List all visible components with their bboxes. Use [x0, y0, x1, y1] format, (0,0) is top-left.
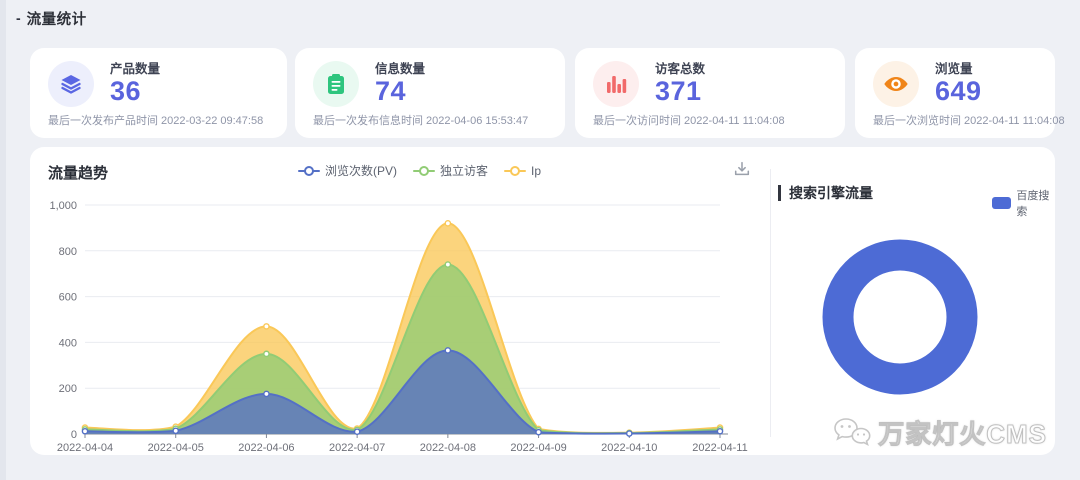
svg-text:200: 200 — [59, 383, 77, 395]
stat-value: 371 — [655, 77, 705, 106]
traffic-panel: 流量趋势 浏览次数(PV) 独立访客 Ip 0 200 400 600 800 1,000… — [30, 147, 1055, 455]
stat-label: 浏览量 — [935, 62, 982, 77]
left-edge-strip — [0, 0, 6, 480]
search-engine-title: 搜索引擎流量 — [778, 185, 873, 201]
stat-card-visitors: 访客总数 371 最后一次访问时间 2022-04-11 11:04:08 — [575, 48, 845, 138]
svg-text:2022-04-09: 2022-04-09 — [510, 442, 566, 454]
panel-divider — [770, 169, 771, 437]
svg-text:2022-04-05: 2022-04-05 — [148, 442, 204, 454]
stat-card-top: 信息数量 74 — [313, 61, 565, 107]
legend-label: Ip — [531, 164, 541, 178]
watermark: 万家灯火CMS — [832, 414, 1047, 451]
legend-marker-pv — [298, 166, 320, 176]
trend-chart-legend: 浏览次数(PV) 独立访客 Ip — [298, 162, 541, 179]
legend-swatch-baidu — [992, 197, 1011, 209]
legend-label-baidu: 百度搜索 — [1016, 187, 1055, 219]
stat-meta: 最后一次浏览时间 2022-04-11 11:04:08 — [873, 112, 1065, 128]
stat-card-top: 产品数量 36 — [48, 61, 287, 107]
legend-marker-ip — [504, 166, 526, 176]
svg-text:2022-04-11: 2022-04-11 — [692, 442, 747, 454]
legend-label: 独立访客 — [440, 162, 488, 179]
stat-card-articles: 信息数量 74 最后一次发布信息时间 2022-04-06 15:53:47 — [295, 48, 565, 138]
bar-chart-icon — [593, 61, 639, 107]
legend-item-pv[interactable]: 浏览次数(PV) — [298, 162, 397, 179]
svg-text:2022-04-08: 2022-04-08 — [420, 442, 476, 454]
svg-text:400: 400 — [59, 337, 77, 349]
legend-marker-uv — [413, 166, 435, 176]
stat-cards-row: 产品数量 36 最后一次发布产品时间 2022-03-22 09:47:58 信… — [30, 48, 1055, 138]
stat-card-top: 访客总数 371 — [593, 61, 845, 107]
stat-card-products: 产品数量 36 最后一次发布产品时间 2022-03-22 09:47:58 — [30, 48, 287, 138]
trend-chart-title: 流量趋势 — [48, 162, 108, 183]
clipboard-icon — [313, 61, 359, 107]
stat-card-pageviews: 浏览量 649 最后一次浏览时间 2022-04-11 11:04:08 — [855, 48, 1055, 138]
stat-meta: 最后一次发布信息时间 2022-04-06 15:53:47 — [313, 112, 528, 128]
svg-text:2022-04-07: 2022-04-07 — [329, 442, 385, 454]
svg-text:2022-04-06: 2022-04-06 — [238, 442, 294, 454]
stat-value: 36 — [110, 77, 160, 106]
collapse-toggle[interactable]: - — [16, 10, 21, 26]
stat-card-top: 浏览量 649 — [873, 61, 1055, 107]
stat-label: 访客总数 — [655, 62, 705, 77]
page-header: - 流量统计 — [6, 0, 1080, 36]
svg-text:0: 0 — [71, 429, 77, 441]
stat-label: 产品数量 — [110, 62, 160, 77]
search-engine-legend[interactable]: 百度搜索 — [992, 187, 1055, 219]
eye-icon — [873, 61, 919, 107]
wechat-icon — [832, 416, 872, 450]
stat-label: 信息数量 — [375, 62, 425, 77]
svg-text:1,000: 1,000 — [49, 200, 77, 212]
stat-meta: 最后一次访问时间 2022-04-11 11:04:08 — [593, 112, 785, 128]
svg-text:600: 600 — [59, 292, 77, 304]
stat-value: 74 — [375, 77, 425, 106]
svg-text:2022-04-10: 2022-04-10 — [601, 442, 657, 454]
traffic-trend-chart: 0 200 400 600 800 1,000 2022-04-04 2022-04-05 20… — [30, 187, 770, 457]
download-icon[interactable] — [733, 160, 753, 180]
legend-item-uv[interactable]: 独立访客 — [413, 162, 488, 179]
search-engine-donut-chart — [800, 217, 1000, 417]
stat-value: 649 — [935, 77, 982, 106]
stat-meta: 最后一次发布产品时间 2022-03-22 09:47:58 — [48, 112, 263, 128]
legend-label: 浏览次数(PV) — [325, 162, 397, 179]
page-title: 流量统计 — [27, 8, 87, 29]
watermark-text: 万家灯火CMS — [878, 414, 1047, 451]
svg-text:2022-04-04: 2022-04-04 — [57, 442, 113, 454]
layers-icon — [48, 61, 94, 107]
legend-item-ip[interactable]: Ip — [504, 164, 541, 178]
svg-text:800: 800 — [59, 246, 77, 258]
